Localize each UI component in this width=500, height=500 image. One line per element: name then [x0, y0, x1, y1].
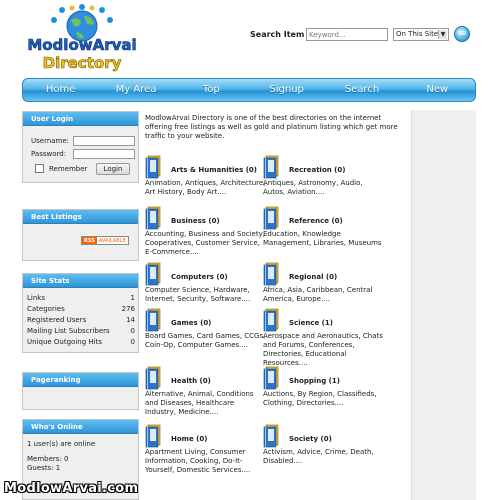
stat-row: Unique Outgoing Hits 0	[27, 338, 135, 349]
intro-text: ModlowArvai Directory is one of the best…	[145, 114, 398, 140]
category-subcategories[interactable]: Computer Science, Hardware, Internet, Se…	[145, 286, 267, 304]
category-link[interactable]: Shopping (1)	[289, 377, 340, 385]
stat-label: Links	[27, 294, 45, 302]
whos-online-title: Who's Online	[23, 420, 138, 434]
category-subcategories[interactable]: Aerospace and Aeronautics, Chats and For…	[263, 332, 385, 368]
password-field[interactable]	[73, 149, 135, 159]
folder-book-icon[interactable]	[145, 308, 165, 332]
pageranking-box: Pageranking	[22, 372, 139, 410]
folder-book-icon[interactable]	[145, 262, 165, 286]
logo-line2: Directory	[43, 54, 122, 72]
remember-checkbox[interactable]	[35, 164, 44, 173]
search-label: Search Item	[250, 30, 305, 39]
category-subcategories[interactable]: Apartment Living, Consumer Information, …	[145, 448, 267, 475]
remember-label: Remember	[49, 165, 88, 173]
online-users-count: 1 user(s) are online	[27, 440, 96, 448]
site-stats-box: Site Stats Links 1 Categories 276 Regist…	[22, 273, 139, 353]
category-subcategories[interactable]: Auctions, By Region, Classifieds, Clothi…	[263, 390, 385, 408]
stat-label: Unique Outgoing Hits	[27, 338, 102, 346]
stat-row: Registered Users 14	[27, 316, 135, 327]
login-button[interactable]: Login	[96, 163, 130, 175]
category-subcategories[interactable]: Antiques, Astronomy, Audio, Autos, Aviat…	[263, 179, 385, 197]
search-scope-value: On This Site	[396, 30, 439, 38]
search-input[interactable]	[306, 28, 388, 41]
user-login-box: User Login Username: Password: Remember …	[22, 111, 139, 183]
rss-badge-status: AVAILABLE	[96, 237, 128, 244]
category-link[interactable]: Computers (0)	[171, 273, 228, 281]
stat-label: Categories	[27, 305, 65, 313]
folder-book-icon[interactable]	[263, 308, 283, 332]
folder-book-icon[interactable]	[145, 366, 165, 390]
main-nav: Home My Area Top Signup Search New	[22, 78, 476, 102]
category-subcategories[interactable]: Africa, Asia, Caribbean, Central America…	[263, 286, 385, 304]
stat-value: 14	[126, 316, 135, 324]
category-subcategories[interactable]: Accounting, Business and Society, Cooper…	[145, 230, 267, 257]
watermark: ModlowArvai.com	[4, 481, 139, 496]
username-label: Username:	[31, 137, 70, 145]
stat-row: Mailing List Subscribers 0	[27, 327, 135, 338]
category-subcategories[interactable]: Board Games, Card Games, CCGs, Coin-Op, …	[145, 332, 267, 350]
category-link[interactable]: Science (1)	[289, 319, 333, 327]
username-field[interactable]	[73, 136, 135, 146]
folder-book-icon[interactable]	[263, 206, 283, 230]
folder-book-icon[interactable]	[263, 366, 283, 390]
stat-value: 1	[130, 294, 135, 302]
stat-row: Categories 276	[27, 305, 135, 316]
site-stats-title: Site Stats	[23, 274, 138, 288]
stat-value: 0	[130, 338, 135, 346]
category-link[interactable]: Home (0)	[171, 435, 207, 443]
stat-label: Mailing List Subscribers	[27, 327, 110, 335]
best-listings-title: Best Listings	[23, 210, 138, 224]
rss-badge[interactable]: RSS AVAILABLE	[81, 236, 129, 245]
search-scope-select[interactable]: On This Site ▼	[393, 28, 449, 41]
category-link[interactable]: Arts & Humanities (0)	[171, 166, 257, 174]
online-members: Members: 0	[27, 455, 69, 463]
category-subcategories[interactable]: Activism, Advice, Crime, Death, Disabled…	[263, 448, 385, 466]
nav-signup[interactable]: Signup	[249, 79, 324, 101]
folder-book-icon[interactable]	[263, 155, 283, 179]
nav-home[interactable]: Home	[23, 79, 98, 101]
category-link[interactable]: Reference (0)	[289, 217, 343, 225]
user-login-title: User Login	[23, 112, 138, 126]
folder-book-icon[interactable]	[145, 424, 165, 448]
nav-top[interactable]: Top	[174, 79, 249, 101]
category-subcategories[interactable]: Alternative, Animal, Conditions and Dise…	[145, 390, 267, 417]
search-go-button[interactable]: GO	[454, 26, 470, 42]
folder-book-icon[interactable]	[263, 424, 283, 448]
right-column	[411, 110, 476, 500]
category-link[interactable]: Games (0)	[171, 319, 211, 327]
category-subcategories[interactable]: Animation, Antiques, Architecture, Art H…	[145, 179, 267, 197]
category-subcategories[interactable]: Education, Knowledge Management, Librari…	[263, 230, 385, 248]
stat-value: 276	[121, 305, 135, 313]
folder-book-icon[interactable]	[145, 206, 165, 230]
category-link[interactable]: Recreation (0)	[289, 166, 345, 174]
logo-line1: ModlowArvai	[27, 36, 136, 54]
stat-value: 0	[130, 327, 135, 335]
pageranking-title: Pageranking	[23, 373, 138, 387]
stat-row: Links 1	[27, 294, 135, 305]
category-link[interactable]: Society (0)	[289, 435, 332, 443]
folder-book-icon[interactable]	[145, 155, 165, 179]
stat-label: Registered Users	[27, 316, 87, 324]
chevron-down-icon: ▼	[438, 30, 447, 39]
nav-new[interactable]: New	[400, 79, 475, 101]
site-logo[interactable]: ModlowArvai Directory	[26, 4, 138, 74]
rss-badge-label: RSS	[82, 237, 97, 244]
category-link[interactable]: Business (0)	[171, 217, 220, 225]
nav-my-area[interactable]: My Area	[98, 79, 173, 101]
online-guests: Guests: 1	[27, 464, 61, 472]
folder-book-icon[interactable]	[263, 262, 283, 286]
best-listings-box: Best Listings RSS AVAILABLE	[22, 209, 139, 261]
nav-search[interactable]: Search	[324, 79, 399, 101]
category-link[interactable]: Health (0)	[171, 377, 211, 385]
category-link[interactable]: Regional (0)	[289, 273, 337, 281]
password-label: Password:	[31, 150, 67, 158]
